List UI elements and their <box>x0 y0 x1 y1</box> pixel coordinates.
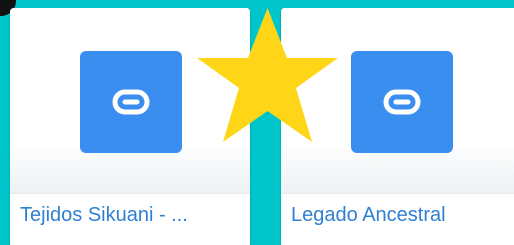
link-icon <box>101 72 161 132</box>
link-tile <box>80 51 182 153</box>
star-icon <box>195 6 340 146</box>
card-title[interactable]: Tejidos Sikuani - ... <box>20 202 240 228</box>
card-divider <box>281 193 514 194</box>
link-tile <box>351 51 453 153</box>
link-icon <box>372 72 432 132</box>
card-title[interactable]: Legado Ancestral <box>291 202 511 228</box>
card-divider <box>10 193 250 194</box>
